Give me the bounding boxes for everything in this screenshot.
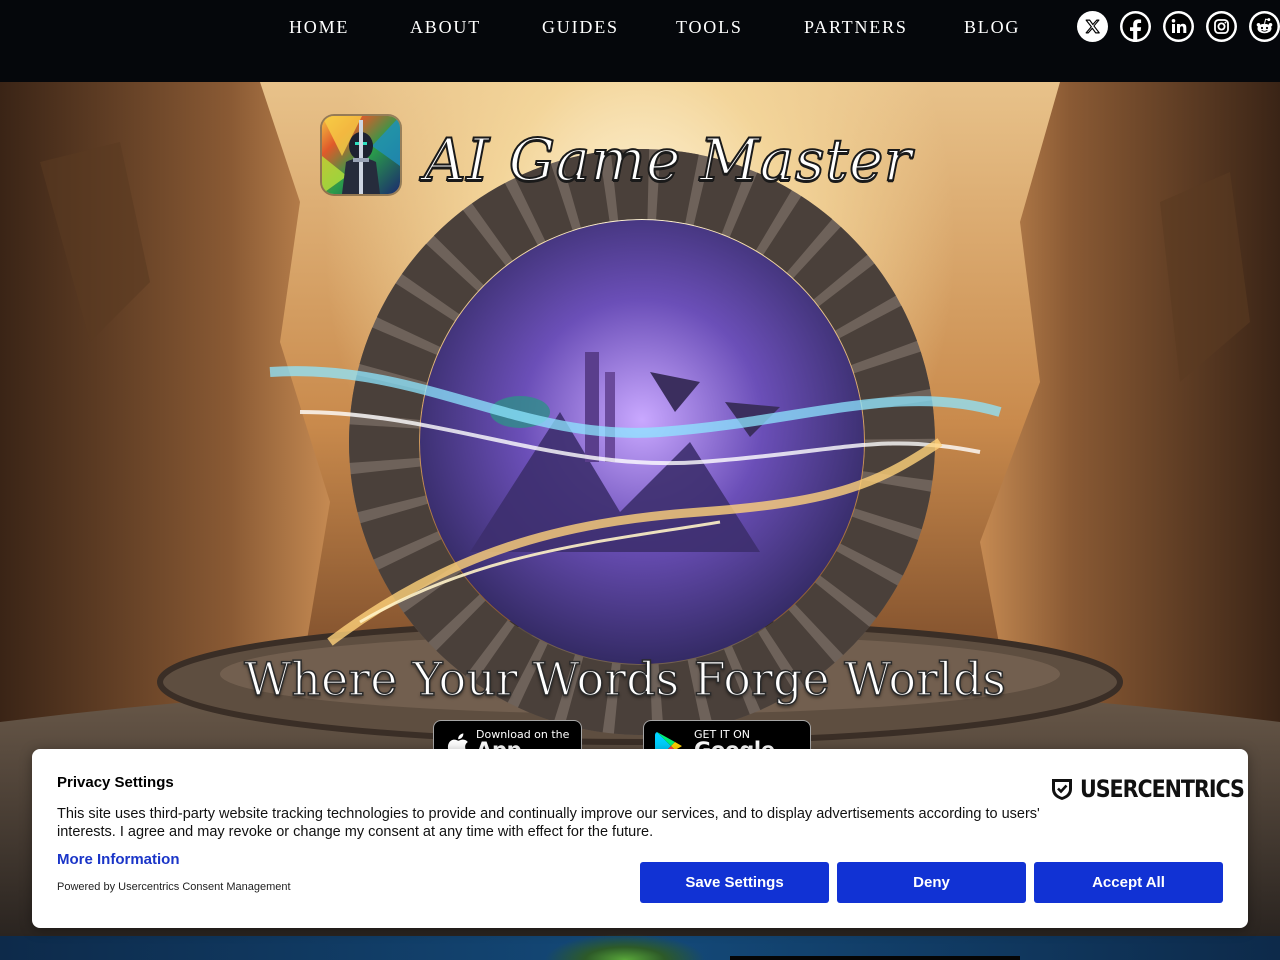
- deny-button[interactable]: Deny: [837, 862, 1026, 903]
- usercentrics-brand-name: USERCENTRICS: [1080, 775, 1245, 803]
- section-divider: [730, 956, 1020, 960]
- x-icon[interactable]: [1077, 11, 1108, 42]
- more-information-link[interactable]: More Information: [57, 851, 180, 868]
- social-links: [1077, 11, 1280, 43]
- reddit-icon[interactable]: [1249, 11, 1280, 42]
- hero-tagline: Where Your Words Forge Worlds: [243, 651, 1006, 707]
- nav-guides-link[interactable]: GUIDES: [542, 17, 619, 38]
- consent-title: Privacy Settings: [57, 774, 174, 791]
- next-section-strip: [0, 932, 1280, 960]
- usercentrics-logo: USERCENTRICS: [1050, 775, 1270, 803]
- consent-description: This site uses third-party website track…: [57, 806, 1040, 840]
- linkedin-icon[interactable]: [1163, 11, 1194, 42]
- shield-check-icon: [1052, 779, 1072, 800]
- privacy-consent-banner: Privacy Settings This site uses third-pa…: [32, 749, 1248, 928]
- save-settings-button[interactable]: Save Settings: [640, 862, 829, 903]
- app-logo-icon[interactable]: [322, 116, 400, 194]
- instagram-icon[interactable]: [1206, 11, 1237, 42]
- nav-partners-link[interactable]: PARTNERS: [804, 17, 908, 38]
- nav-tools-link[interactable]: TOOLS: [676, 17, 743, 38]
- facebook-icon[interactable]: [1120, 11, 1151, 42]
- site-title: AI Game Master: [423, 125, 913, 195]
- knight-emblem-image: [535, 932, 715, 960]
- top-navigation: HOME ABOUT GUIDES TOOLS PARTNERS BLOG: [0, 0, 1280, 82]
- nav-about-link[interactable]: ABOUT: [410, 17, 481, 38]
- powered-by-text: Powered by Usercentrics Consent Manageme…: [57, 881, 291, 893]
- nav-home-link[interactable]: HOME: [289, 17, 349, 38]
- accept-all-button[interactable]: Accept All: [1034, 862, 1223, 903]
- main-menu: HOME ABOUT GUIDES TOOLS PARTNERS BLOG: [0, 0, 1060, 56]
- nav-blog-link[interactable]: BLOG: [964, 17, 1020, 38]
